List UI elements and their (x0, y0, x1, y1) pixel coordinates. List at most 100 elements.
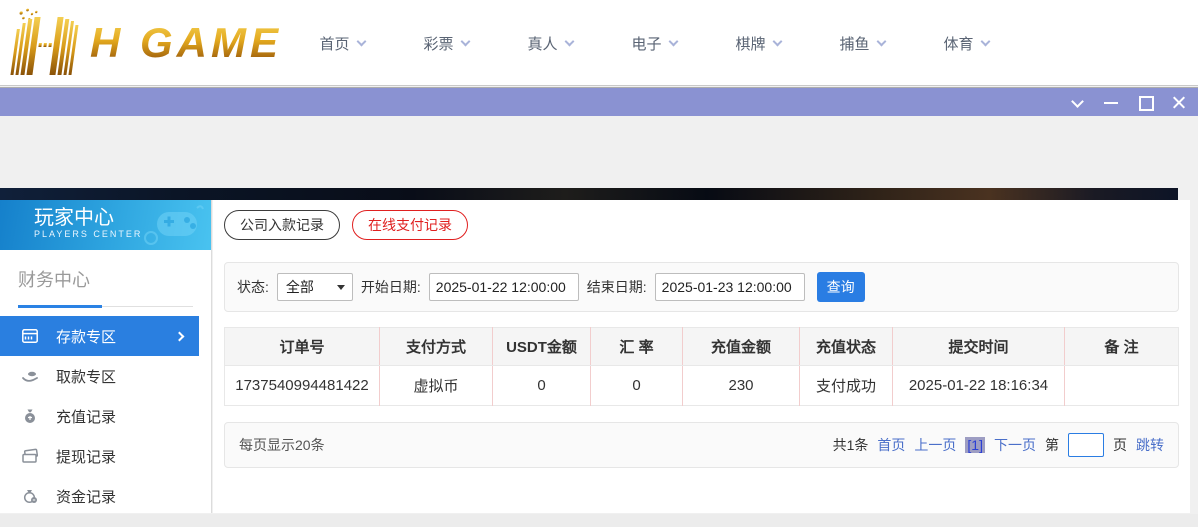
player-center-sidebar: 玩家中心 PLAYERS CENTER 财务中心 存款专区 取款专区 充值记录 … (0, 200, 212, 513)
nav-label: 捕鱼 (839, 35, 870, 53)
collapse-icon[interactable] (1070, 95, 1084, 109)
jump-prefix-label: 第 (1045, 437, 1059, 453)
finance-center-section: 财务中心 (0, 250, 211, 308)
main-nav: 首页 彩票 真人 电子 棋牌 捕鱼 体育 (290, 0, 1018, 86)
nav-label: 真人 (527, 35, 558, 53)
col-exchange-rate: 汇 率 (590, 327, 683, 366)
nav-item-slots[interactable]: 电子 (602, 33, 706, 54)
nav-item-sports[interactable]: 体育 (914, 33, 1018, 54)
cell-recharge-amount: 230 (682, 365, 800, 406)
withdraw-hand-icon (20, 366, 40, 386)
cell-submit-time: 2025-01-22 18:16:34 (892, 365, 1065, 406)
chevron-down-icon (1070, 95, 1084, 108)
sidebar-menu: 存款专区 取款专区 充值记录 提现记录 资金记录 (0, 316, 211, 516)
prev-page-link[interactable]: 上一页 (914, 435, 956, 455)
tab-online-payment-records[interactable]: 在线支付记录 (352, 210, 468, 240)
page-jump-input[interactable] (1068, 433, 1104, 457)
start-date-label: 开始日期: (360, 279, 421, 295)
gamepad-icon (144, 205, 204, 245)
jump-suffix-label: 页 (1113, 437, 1127, 453)
chevron-down-icon (772, 36, 782, 46)
nav-label: 彩票 (423, 35, 454, 53)
sidebar-item-label: 提现记录 (56, 448, 117, 466)
table-header-row: 订单号 支付方式 USDT金额 汇 率 充值金额 充值状态 提交时间 备 注 (224, 327, 1179, 366)
chevron-down-icon (668, 36, 678, 46)
sidebar-item-label: 充值记录 (56, 408, 117, 426)
nav-item-home[interactable]: 首页 (290, 33, 394, 54)
end-date-input[interactable] (654, 273, 805, 301)
nav-item-lottery[interactable]: 彩票 (394, 33, 498, 54)
cell-order-no: 1737540994481422 (224, 365, 380, 406)
cell-usdt-amount: 0 (492, 365, 591, 406)
maximize-icon[interactable] (1138, 95, 1154, 111)
sidebar-item-label: 取款专区 (56, 368, 117, 386)
col-usdt-amount: USDT金额 (492, 327, 591, 366)
brand-logo-mark (10, 8, 79, 75)
sidebar-item-recharge-records[interactable]: 充值记录 (0, 396, 211, 436)
sidebar-item-withdraw-zone[interactable]: 取款专区 (0, 356, 211, 396)
brand-logo-text: H GAME (90, 19, 282, 66)
wallet-icon (20, 446, 40, 466)
chevron-down-icon (564, 36, 574, 46)
current-page-indicator: [1] (965, 437, 985, 453)
record-tabs: 公司入款记录 在线支付记录 (224, 210, 1179, 240)
jump-button[interactable]: 跳转 (1136, 435, 1164, 455)
cell-pay-method: 虚拟币 (379, 365, 493, 406)
nav-item-boardgames[interactable]: 棋牌 (706, 33, 810, 54)
col-remark: 备 注 (1064, 327, 1179, 366)
col-recharge-status: 充值状态 (799, 327, 893, 366)
brand-logo[interactable]: H GAME (6, 6, 282, 80)
tab-company-deposit-records[interactable]: 公司入款记录 (224, 210, 340, 240)
sidebar-item-label: 存款专区 (56, 328, 117, 346)
cell-remark (1064, 365, 1179, 406)
status-select-value: 全部 (285, 279, 314, 295)
col-submit-time: 提交时间 (892, 327, 1065, 366)
money-bag-icon (20, 406, 40, 426)
sidebar-item-deposit-zone[interactable]: 存款专区 (0, 316, 199, 356)
chevron-down-icon (980, 36, 990, 46)
app-window: H GAME 首页 彩票 真人 电子 棋牌 捕鱼 体育 玩家中心 PLAYERS… (0, 0, 1198, 527)
nav-item-fishing[interactable]: 捕鱼 (810, 33, 914, 54)
finance-section-title: 财务中心 (18, 270, 90, 290)
status-select[interactable]: 全部 (276, 273, 353, 301)
minimize-icon[interactable] (1104, 95, 1118, 109)
close-icon[interactable] (1172, 95, 1186, 109)
chevron-down-icon (876, 36, 886, 46)
records-table: 订单号 支付方式 USDT金额 汇 率 充值金额 充值状态 提交时间 备 注 1… (224, 327, 1179, 406)
sidebar-item-fund-records[interactable]: 资金记录 (0, 476, 211, 516)
next-page-link[interactable]: 下一页 (994, 435, 1036, 455)
chevron-down-icon (460, 36, 470, 46)
bottom-strip (0, 514, 1198, 527)
dark-banner-strip (0, 188, 1178, 200)
chevron-down-icon (356, 36, 366, 46)
end-date-label: 结束日期: (586, 279, 647, 295)
chevron-right-icon (174, 331, 185, 341)
site-header: H GAME 首页 彩票 真人 电子 棋牌 捕鱼 体育 (0, 0, 1198, 86)
table-row: 1737540994481422 虚拟币 0 0 230 支付成功 2025-0… (224, 365, 1179, 406)
nav-label: 体育 (943, 35, 974, 53)
status-label: 状态: (237, 279, 269, 295)
deposit-card-icon (20, 326, 40, 346)
col-order-no: 订单号 (224, 327, 380, 366)
cell-exchange-rate: 0 (590, 365, 683, 406)
start-date-input[interactable] (428, 273, 579, 301)
records-content: 公司入款记录 在线支付记录 状态: 全部 开始日期: 结束日期: 查询 订单号 (213, 200, 1190, 513)
first-page-link[interactable]: 首页 (877, 435, 905, 455)
player-center-header: 玩家中心 PLAYERS CENTER (0, 200, 211, 250)
sidebar-item-withdrawal-records[interactable]: 提现记录 (0, 436, 211, 476)
pagination-bar: 每页显示20条 共1条 首页 上一页 [1] 下一页 第 页 跳转 (224, 422, 1179, 468)
nav-label: 首页 (319, 35, 350, 53)
cell-recharge-status: 支付成功 (799, 365, 893, 406)
page-size-text: 每页显示20条 (239, 437, 325, 453)
col-recharge-amount: 充值金额 (682, 327, 800, 366)
total-count-text: 共1条 (832, 437, 869, 453)
caret-down-icon (336, 285, 345, 290)
section-divider (18, 304, 193, 308)
col-pay-method: 支付方式 (379, 327, 493, 366)
sidebar-item-label: 资金记录 (56, 488, 117, 506)
window-titlebar (0, 87, 1198, 116)
nav-item-live[interactable]: 真人 (498, 33, 602, 54)
filter-bar: 状态: 全部 开始日期: 结束日期: 查询 (224, 262, 1179, 312)
query-button[interactable]: 查询 (816, 272, 865, 302)
nav-label: 棋牌 (735, 35, 766, 53)
